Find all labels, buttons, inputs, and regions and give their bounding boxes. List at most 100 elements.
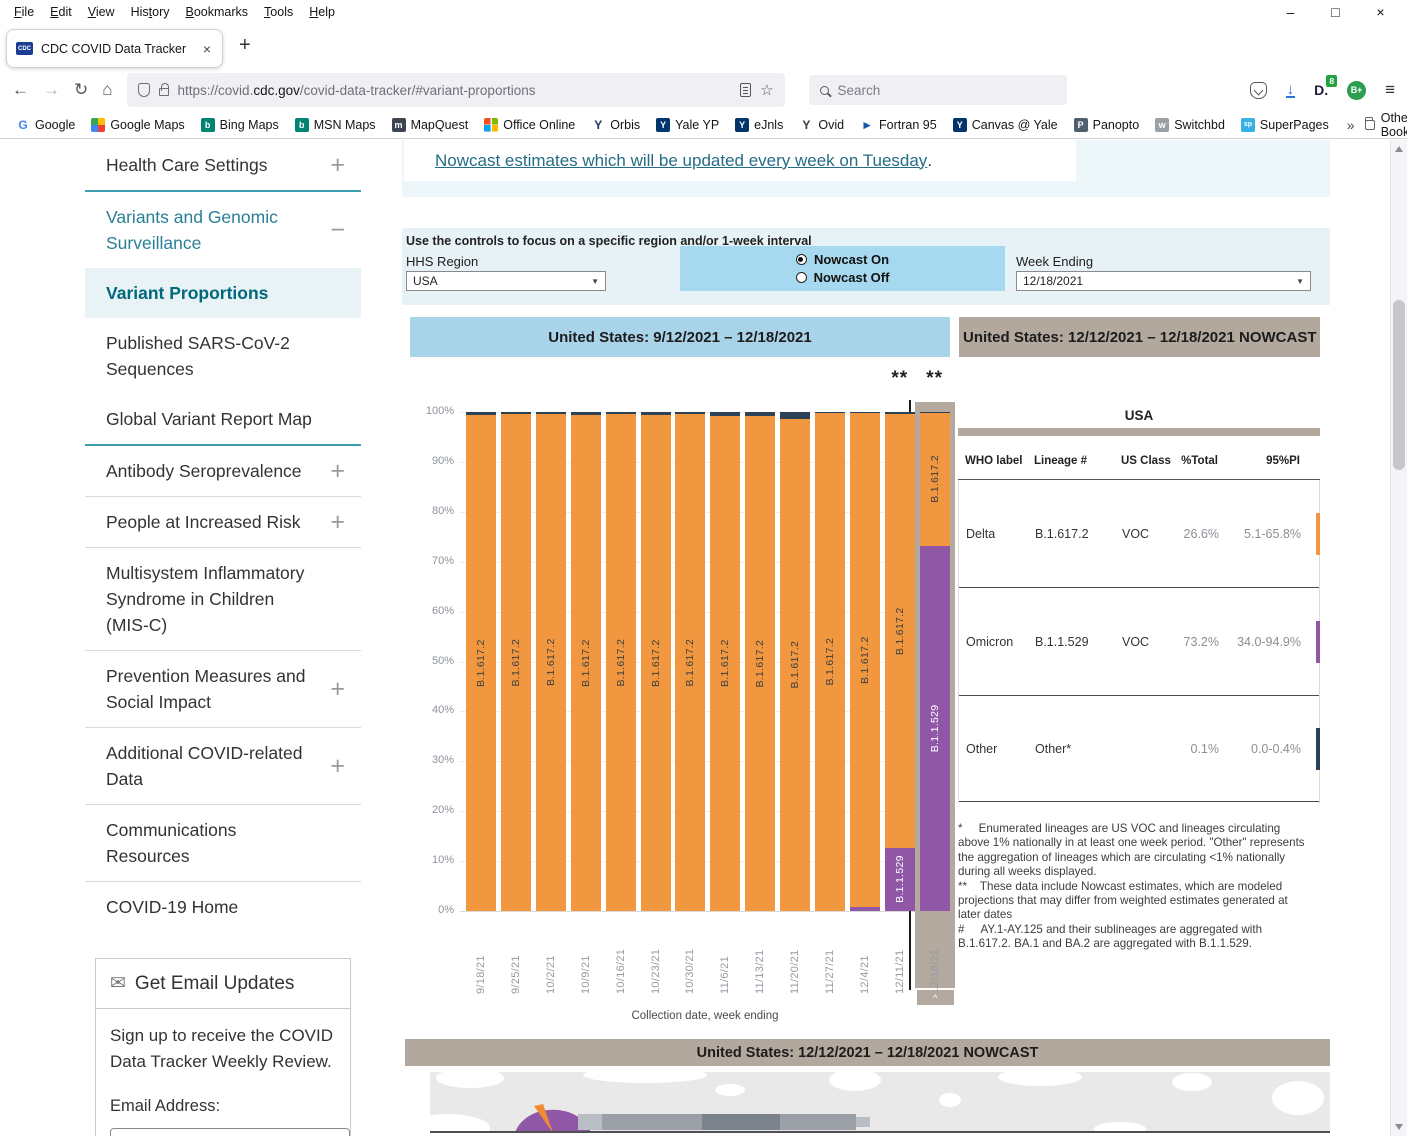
menu-tools[interactable]: Tools (256, 1, 301, 23)
bar-segment-b-1-617-2[interactable]: B.1.617.2 (570, 414, 601, 911)
bar-segment-b-1-617-2[interactable]: B.1.617.2 (919, 412, 950, 546)
menu-bookmarks[interactable]: Bookmarks (178, 1, 257, 23)
menu-hamburger-icon[interactable]: ≡ (1385, 80, 1395, 100)
url-bar[interactable]: https://covid.cdc.gov/covid-data-tracker… (126, 73, 785, 107)
bookmark-orbis[interactable]: Y Orbis (583, 115, 648, 135)
nowcast-on-radio[interactable]: Nowcast On (795, 252, 889, 267)
bookmarks-overflow-chevron-icon[interactable]: » (1337, 117, 1365, 133)
menu-help[interactable]: Help (301, 1, 343, 23)
bar-segment-b-1-617-2[interactable]: B.1.617.2 (884, 413, 915, 849)
chart-scroll-up-button[interactable]: ^ (916, 990, 954, 1005)
maximize-button[interactable]: □ (1313, 0, 1358, 27)
bookmark-fortran-95[interactable]: ► Fortran 95 (852, 115, 945, 135)
hhs-region-select[interactable]: USA ▼ (406, 271, 606, 291)
forward-button[interactable]: → (43, 80, 60, 100)
search-bar[interactable]: Search (808, 75, 1067, 105)
pocket-icon[interactable] (1249, 81, 1267, 99)
bar-segment-b-1-617-2[interactable]: B.1.617.2 (849, 412, 880, 907)
home-button[interactable]: ⌂ (102, 80, 112, 100)
reader-mode-icon[interactable] (740, 83, 752, 97)
tab-close-icon[interactable]: × (201, 41, 213, 57)
bookmark-google[interactable]: G Google (8, 115, 83, 135)
sidebar-item-variants-and-genomic-surveillance[interactable]: Variants and Genomic Surveillance − (85, 192, 361, 268)
menu-view[interactable]: View (80, 1, 123, 23)
expand-plus-icon[interactable]: + (330, 753, 345, 779)
sidebar-item-additional-covid-related-data[interactable]: Additional COVID-related Data + (85, 728, 361, 804)
bookmark-msn-maps[interactable]: b MSN Maps (287, 115, 384, 135)
bar-segment-other[interactable] (780, 412, 811, 420)
bar-segment-b-1-617-2[interactable]: B.1.617.2 (745, 416, 776, 911)
download-icon[interactable]: ↓ (1285, 82, 1296, 98)
bar-segment-b-1-617-2[interactable]: B.1.617.2 (466, 414, 496, 911)
bookmark-canvas-yale[interactable]: Y Canvas @ Yale (945, 115, 1066, 135)
back-button[interactable]: ← (12, 80, 29, 100)
expand-plus-icon[interactable]: + (330, 509, 345, 535)
collapse-minus-icon[interactable]: − (330, 217, 345, 243)
sidebar-item-antibody-seroprevalence[interactable]: Antibody Seroprevalence + (85, 446, 361, 496)
scrollbar-up-arrow-icon[interactable] (1395, 146, 1403, 152)
minimize-button[interactable]: – (1268, 0, 1313, 27)
nowcast-updates-link[interactable]: Nowcast estimates which will be updated … (435, 151, 927, 171)
bar-segment-other[interactable] (710, 412, 741, 416)
bar-segment-b-1-617-2[interactable]: B.1.617.2 (535, 413, 566, 911)
bar-segment-b-1-1-529[interactable]: B.1.1.529 (884, 848, 915, 911)
bookmark-superpages[interactable]: sp SuperPages (1233, 115, 1337, 135)
bar-segment-b-1-617-2[interactable]: B.1.617.2 (675, 414, 706, 911)
close-button[interactable]: × (1358, 0, 1403, 27)
sidebar-item-published-sars-cov-2-sequences[interactable]: Published SARS-CoV-2 Sequences (85, 318, 361, 394)
bar-segment-b-1-617-2[interactable]: B.1.617.2 (605, 414, 636, 911)
bar-segment-b-1-1-529[interactable] (849, 907, 880, 911)
expand-plus-icon[interactable]: + (330, 676, 345, 702)
expand-plus-icon[interactable]: + (330, 152, 345, 178)
bookmark-office-online[interactable]: Office Online (476, 115, 583, 135)
bar-segment-other[interactable] (570, 412, 601, 415)
bar-segment-b-1-1-529[interactable]: B.1.1.529 (919, 545, 950, 911)
bookmark-ovid[interactable]: Y Ovid (791, 115, 852, 135)
sidebar-item-health-care-settings[interactable]: Health Care Settings + (85, 140, 361, 190)
extension-b-icon[interactable]: B+ (1347, 80, 1367, 100)
bookmark-google-maps[interactable]: Google Maps (83, 115, 192, 135)
bar-segment-other[interactable] (745, 412, 776, 417)
bar-segment-other[interactable] (849, 412, 880, 413)
week-ending-select[interactable]: 12/18/2021 ▼ (1016, 271, 1311, 291)
vertical-scrollbar[interactable] (1390, 140, 1407, 1136)
sidebar-item-covid-19-home[interactable]: COVID-19 Home (85, 882, 361, 932)
bar-segment-other[interactable] (535, 412, 566, 414)
table-row-omicron[interactable]: Omicron B.1.1.529 VOC 73.2% 34.0-94.9% (959, 588, 1320, 696)
bookmark-ejnls[interactable]: YeJnls (727, 115, 791, 135)
nowcast-off-radio[interactable]: Nowcast Off (795, 270, 889, 285)
bar-segment-other[interactable] (466, 412, 496, 415)
table-row-other[interactable]: Other Other* 0.1% 0.0-0.4% (959, 696, 1320, 802)
sidebar-item-communications-resources[interactable]: Communications Resources (85, 805, 361, 881)
sidebar-item-prevention-measures-and-social-impact[interactable]: Prevention Measures and Social Impact + (85, 651, 361, 727)
bookmark-switchbd[interactable]: w Switchbd (1147, 115, 1233, 135)
bar-segment-b-1-617-2[interactable]: B.1.617.2 (710, 415, 741, 911)
sidebar-item-global-variant-report-map[interactable]: Global Variant Report Map (85, 394, 361, 444)
sidebar-item-people-at-increased-risk[interactable]: People at Increased Risk + (85, 497, 361, 547)
bar-segment-other[interactable] (500, 412, 531, 415)
sidebar-item-variant-proportions[interactable]: Variant Proportions (85, 268, 361, 318)
bar-segment-other[interactable] (640, 412, 671, 415)
tracking-protection-icon[interactable] (137, 83, 150, 97)
bookmark-star-icon[interactable]: ☆ (760, 81, 773, 99)
bookmark-yale-yp[interactable]: Y Yale YP (648, 115, 727, 135)
sidebar-item-multisystem-inflammatory-syndrome-in-chi[interactable]: Multisystem Inflammatory Syndrome in Chi… (85, 548, 361, 650)
menu-history[interactable]: History (123, 1, 178, 23)
other-bookmarks-button[interactable]: Other Bookmarks (1364, 111, 1407, 139)
bookmark-bing-maps[interactable]: b Bing Maps (193, 115, 287, 135)
reload-button[interactable]: ↻ (74, 80, 88, 100)
scrollbar-thumb[interactable] (1393, 300, 1405, 470)
bar-segment-other[interactable] (884, 412, 915, 414)
bar-segment-b-1-617-2[interactable]: B.1.617.2 (780, 419, 811, 911)
bar-segment-b-1-617-2[interactable]: B.1.617.2 (815, 413, 845, 911)
expand-plus-icon[interactable]: + (330, 458, 345, 484)
lock-icon[interactable] (158, 83, 169, 96)
bar-segment-other[interactable] (815, 412, 845, 414)
bar-segment-b-1-617-2[interactable]: B.1.617.2 (640, 414, 671, 911)
table-row-delta[interactable]: Delta B.1.617.2 VOC 26.6% 5.1-65.8% (959, 480, 1320, 588)
email-address-input[interactable] (110, 1128, 350, 1136)
bookmark-panopto[interactable]: P Panopto (1066, 115, 1148, 135)
scrollbar-down-arrow-icon[interactable] (1395, 1124, 1403, 1130)
bar-segment-b-1-617-2[interactable]: B.1.617.2 (500, 414, 531, 911)
bar-segment-other[interactable] (675, 412, 706, 415)
